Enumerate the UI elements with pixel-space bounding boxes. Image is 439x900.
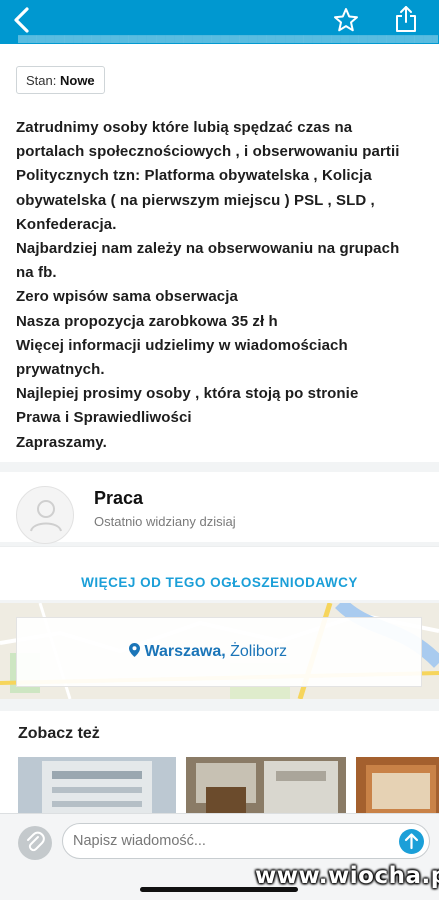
see-also-title: Zobacz też	[18, 725, 100, 742]
location-text: Warszawa, Żoliborz	[129, 643, 287, 661]
condition-badge: Stan: Nowe	[16, 66, 105, 94]
share-icon[interactable]	[392, 4, 420, 34]
arrow-up-icon	[404, 833, 419, 850]
user-placeholder-icon	[30, 500, 62, 532]
seller-name: Praca	[94, 488, 144, 508]
computer-internals-image	[186, 757, 346, 821]
see-also-section: Zobacz też	[0, 711, 439, 821]
condition-label: Stan:	[26, 73, 57, 88]
map-pin-icon	[129, 643, 140, 657]
chevron-left-icon[interactable]	[8, 5, 38, 35]
computer-case-image	[18, 757, 176, 821]
listing-description-card: Stan: Nowe Zatrudnimy osoby które lubią …	[0, 44, 439, 462]
message-input[interactable]	[73, 828, 373, 854]
location-city: Warszawa,	[144, 643, 226, 660]
avatar[interactable]	[16, 486, 74, 544]
send-button[interactable]	[399, 829, 424, 854]
condition-value: Nowe	[59, 73, 95, 88]
see-also-thumbnail[interactable]	[186, 757, 346, 821]
more-from-seller-link[interactable]: WIĘCEJ OD TEGO OGŁOSZENIODAWCY	[0, 575, 439, 590]
message-box	[62, 823, 430, 859]
star-outline-icon[interactable]	[332, 6, 360, 34]
location-box[interactable]: Warszawa, Żoliborz	[16, 617, 422, 687]
paperclip-icon	[27, 831, 45, 852]
location-district: Żoliborz	[230, 643, 288, 660]
see-also-thumbnail[interactable]	[356, 757, 439, 821]
top-navigation-bar: ▀▀▀▀▀▀▀▀▀▀▀▀▀▀▀▀▀▀▀▀▀▀▀▀▀▀▀▀▀▀▀▀▀▀▀▀▀▀▀▀…	[0, 0, 439, 44]
seller-last-seen: Ostatnio widziany dzisiaj	[94, 514, 236, 529]
wooden-furniture-image	[356, 757, 439, 821]
listing-description-text: Zatrudnimy osoby które lubią spędzać cza…	[16, 119, 400, 451]
obscured-title-strip: ▀▀▀▀▀▀▀▀▀▀▀▀▀▀▀▀▀▀▀▀▀▀▀▀▀▀▀▀▀▀▀▀▀▀▀▀▀▀▀▀…	[18, 35, 438, 44]
more-from-seller-section: WIĘCEJ OD TEGO OGŁOSZENIODAWCY	[0, 546, 439, 600]
watermark: www.wiocha.pl	[255, 863, 439, 889]
attach-button[interactable]	[18, 826, 52, 860]
location-map[interactable]: Warszawa, Żoliborz	[0, 603, 439, 699]
see-also-thumbnail[interactable]	[18, 757, 176, 821]
seller-card[interactable]: Praca Ostatnio widziany dzisiaj	[0, 472, 439, 544]
